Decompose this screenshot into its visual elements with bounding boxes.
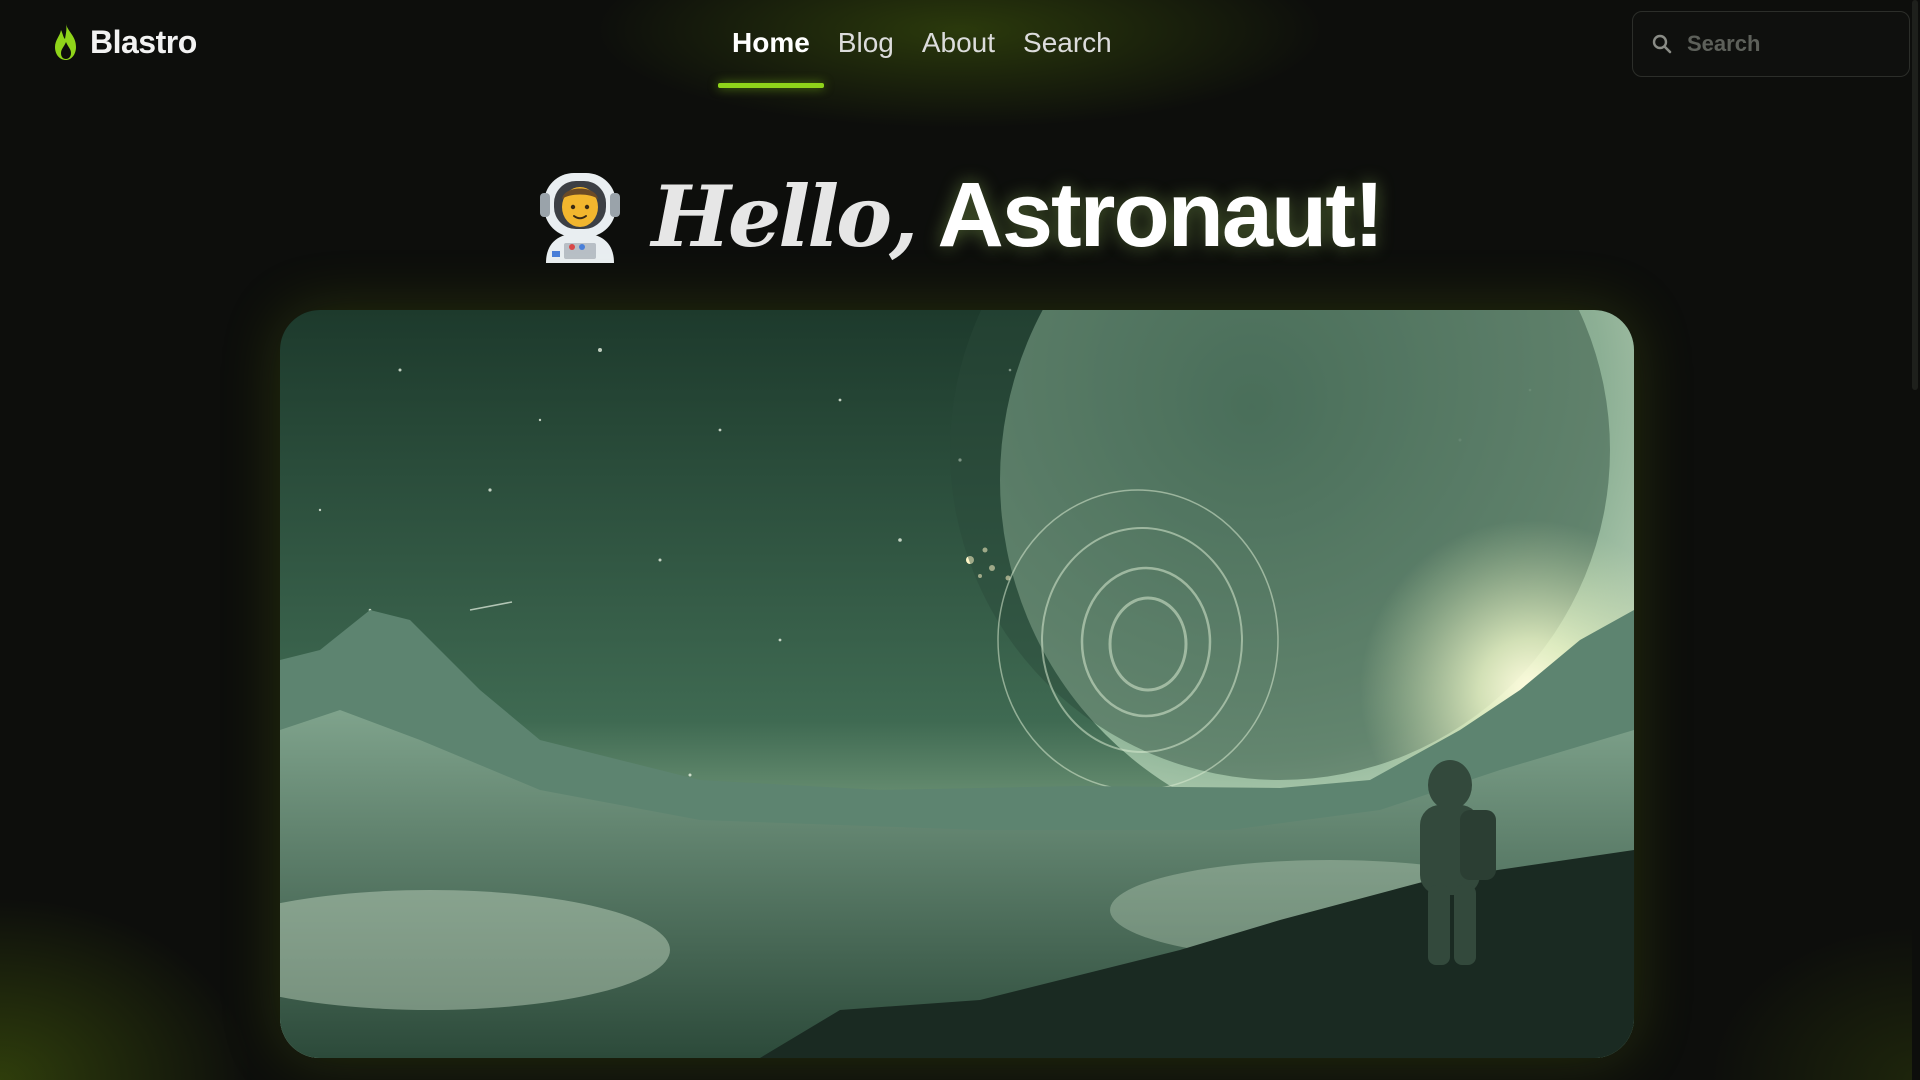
search-icon [1651, 33, 1673, 55]
main-nav: Home Blog About Search [718, 0, 1126, 90]
hero-heading: Hello, Astronaut! [0, 160, 1920, 270]
search-input[interactable] [1687, 31, 1887, 57]
nav-item-home[interactable]: Home [718, 0, 824, 88]
flame-icon [50, 22, 82, 62]
hero-illustration [280, 310, 1634, 1058]
nav-item-blog[interactable]: Blog [824, 0, 908, 86]
brand-logo-link[interactable]: Blastro [50, 22, 197, 62]
astronaut-emoji-icon [538, 167, 622, 263]
hero-name: Astronaut! [937, 163, 1384, 266]
search-box[interactable] [1632, 11, 1910, 77]
page: Blastro Home Blog About Search Search He… [0, 0, 1920, 1080]
brand-name: Blastro [90, 23, 197, 60]
hero-greeting: Hello, [651, 166, 919, 266]
scrollbar-thumb[interactable] [1912, 0, 1918, 390]
scrollbar[interactable] [1912, 0, 1920, 1080]
nav-item-about[interactable]: About [908, 0, 1009, 86]
site-header: Blastro Home Blog About Search [0, 0, 1920, 90]
nav-item-search[interactable]: Search [1009, 0, 1126, 86]
page-title: Hello, Astronaut! [651, 163, 1385, 268]
